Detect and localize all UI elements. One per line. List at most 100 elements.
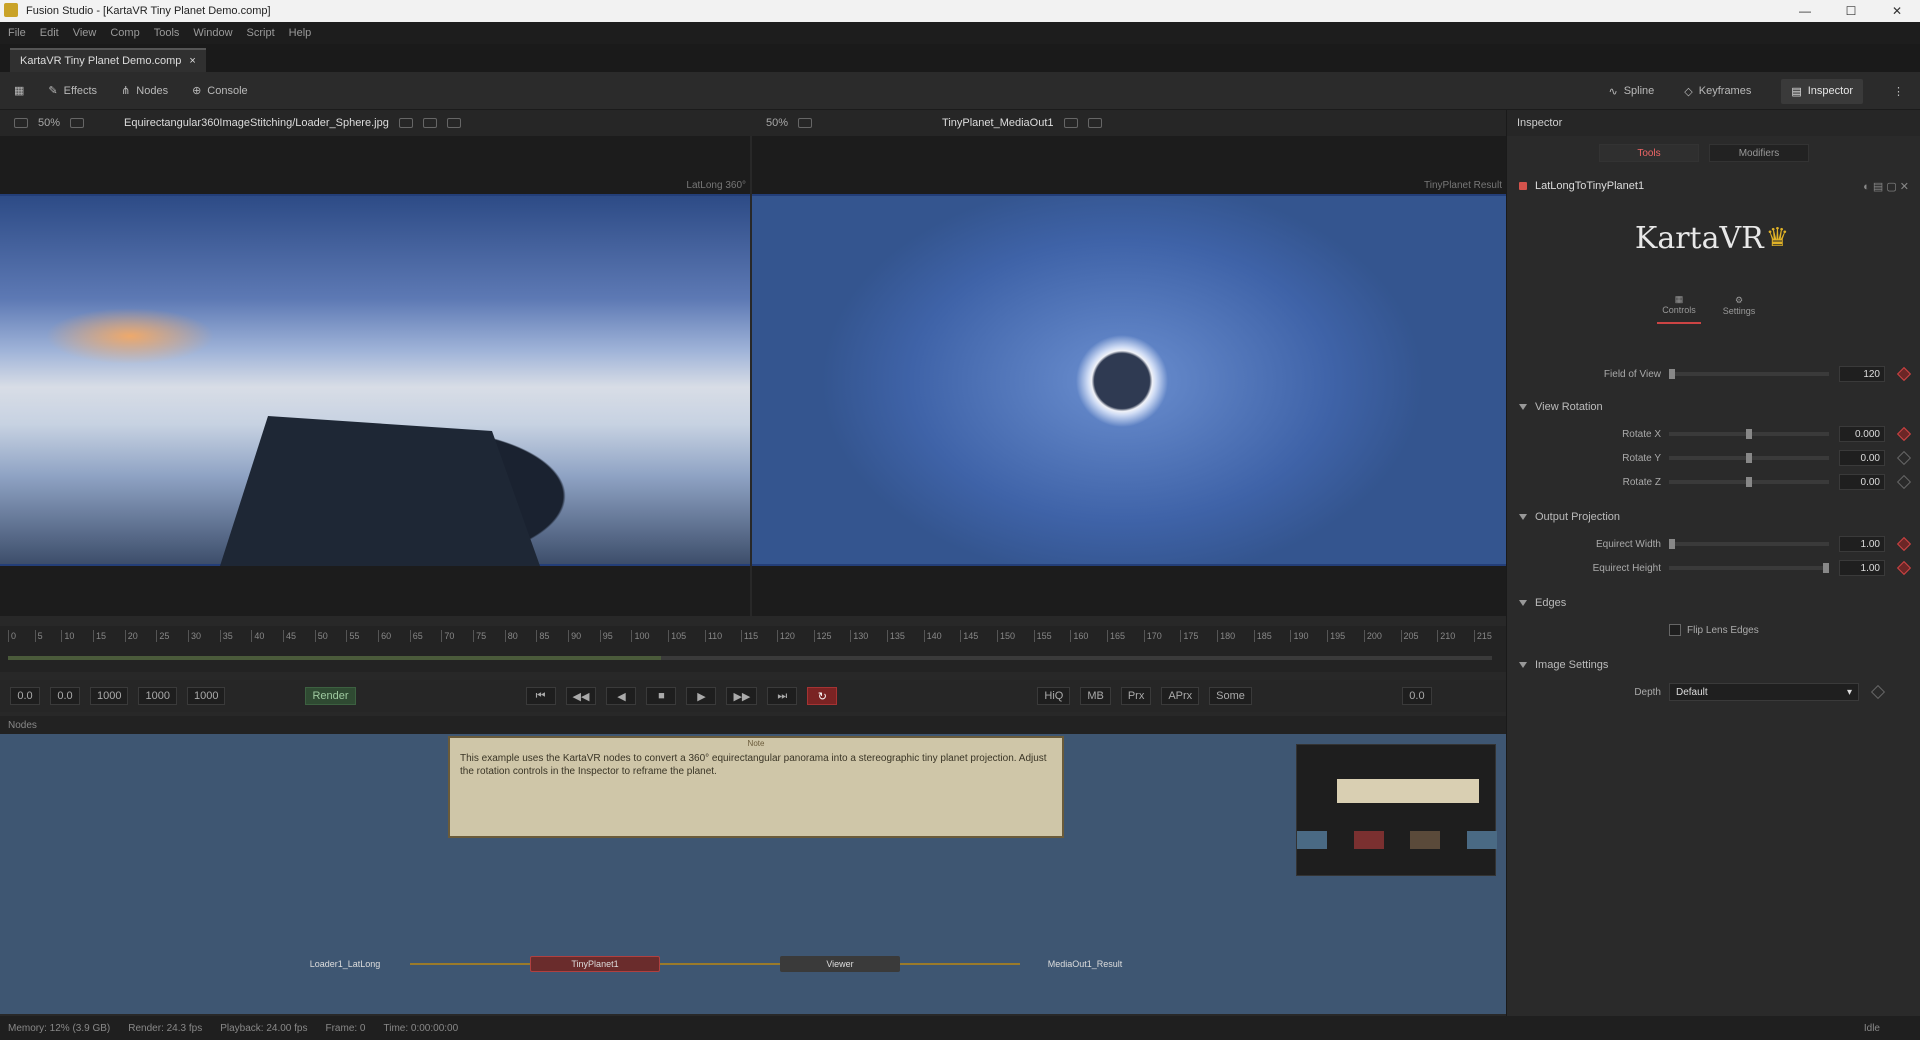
viewer-roi-icon-right[interactable]	[1063, 118, 1078, 128]
panel-options-icon[interactable]: ⋮	[1893, 85, 1904, 98]
tab-modifiers[interactable]: Modifiers	[1709, 144, 1809, 162]
equirect-height-keyframe-icon[interactable]	[1896, 560, 1912, 576]
stop-button[interactable]: ■	[646, 687, 677, 705]
selective-update-toggle[interactable]: Some	[1209, 687, 1252, 705]
section-output[interactable]: Output Projection	[1519, 508, 1909, 526]
menu-file[interactable]: File	[8, 27, 26, 39]
render-out-field[interactable]: 1000	[138, 687, 177, 705]
comp-document-tab[interactable]: KartaVR Tiny Planet Demo.comp ×	[10, 48, 206, 72]
left-viewer[interactable]: LatLong 360°	[0, 136, 750, 616]
go-end-button[interactable]: ⏭	[767, 687, 798, 705]
console-button[interactable]: ⊕ Console	[192, 84, 248, 98]
aprx-toggle[interactable]: APrx	[1161, 687, 1200, 705]
flip-edges-checkbox[interactable]	[1669, 624, 1681, 636]
render-button[interactable]: Render	[305, 687, 356, 705]
rotate-x-slider[interactable]	[1669, 429, 1829, 439]
rotate-y-handle[interactable]	[1745, 453, 1752, 463]
node-editor[interactable]: Note This example uses the KartaVR nodes…	[0, 734, 1506, 1014]
rotate-x-handle[interactable]	[1745, 429, 1752, 439]
tool-header-icons[interactable]: ◐ ▤ ▢ ✕	[1863, 180, 1909, 193]
equirect-height-value[interactable]: 1.00	[1839, 560, 1885, 576]
step-back-button[interactable]: ◀◀	[565, 687, 597, 705]
prx-toggle[interactable]: Prx	[1120, 687, 1152, 705]
node-viewer[interactable]: Viewer	[780, 956, 900, 972]
menu-tools[interactable]: Tools	[154, 27, 180, 39]
equirect-width-handle[interactable]	[1669, 539, 1675, 549]
global-end-field[interactable]: 1000	[186, 687, 226, 705]
timeline-ruler[interactable]: 0 5 10 15 20 25 30 35 40 45 50 55 60 65 70 75 80 85 90 95 10…	[0, 626, 1506, 672]
viewer-channel-icon[interactable]	[446, 118, 461, 128]
rotate-z-value[interactable]: 0.00	[1839, 474, 1885, 490]
maximize-button[interactable]: ☐	[1828, 0, 1874, 22]
fov-keyframe-icon[interactable]	[1896, 366, 1912, 382]
equirect-width-value[interactable]: 1.00	[1839, 536, 1885, 552]
inspector-button[interactable]: ▤ Inspector	[1781, 78, 1863, 104]
viewer-dod-icon[interactable]	[422, 118, 437, 128]
section-image[interactable]: Image Settings	[1519, 656, 1909, 674]
equirect-width-keyframe-icon[interactable]	[1896, 536, 1912, 552]
node-tinyplanet[interactable]: TinyPlanet1	[530, 956, 660, 972]
right-viewer[interactable]: TinyPlanet Result	[752, 136, 1506, 616]
section-edges[interactable]: Edges	[1519, 594, 1909, 612]
menu-help[interactable]: Help	[289, 27, 312, 39]
minimize-button[interactable]: —	[1782, 0, 1828, 22]
fov-slider-handle[interactable]	[1669, 369, 1675, 379]
depth-select[interactable]: Default ▾	[1669, 683, 1859, 701]
fov-slider[interactable]	[1669, 369, 1829, 379]
go-start-button[interactable]: ⏮	[525, 687, 556, 705]
menu-edit[interactable]: Edit	[40, 27, 59, 39]
fov-value[interactable]: 120	[1839, 366, 1885, 382]
spline-button[interactable]: ∿ Spline	[1609, 85, 1655, 98]
viewer-fit-icon[interactable]	[70, 118, 85, 128]
subtab-controls[interactable]: ▦ Controls	[1657, 286, 1701, 324]
rotate-y-slider[interactable]	[1669, 453, 1829, 463]
tool-header[interactable]: LatLongToTinyPlanet1 ◐ ▤ ▢ ✕	[1519, 176, 1909, 196]
sticky-note[interactable]: Note This example uses the KartaVR nodes…	[448, 736, 1064, 838]
mb-toggle[interactable]: MB	[1080, 687, 1111, 705]
viewer-channel-icon-right[interactable]	[1087, 118, 1102, 128]
fov-label: Field of View	[1603, 368, 1661, 380]
menu-view[interactable]: View	[73, 27, 97, 39]
close-window-button[interactable]: ✕	[1874, 0, 1920, 22]
keyframes-icon: ◇	[1684, 85, 1693, 98]
current-frame-field[interactable]: 1000	[90, 687, 129, 705]
menu-script[interactable]: Script	[247, 27, 275, 39]
effects-button[interactable]: ✎ Effects	[48, 84, 97, 98]
node-loader[interactable]: Loader1_LatLong	[280, 956, 410, 972]
rotate-y-value[interactable]: 0.00	[1839, 450, 1885, 466]
loop-button[interactable]: ↻	[807, 687, 838, 705]
close-tab-icon[interactable]: ×	[189, 55, 195, 67]
play-reverse-button[interactable]: ◀	[606, 687, 637, 705]
rotate-z-handle[interactable]	[1745, 477, 1752, 487]
subtab-settings[interactable]: ⚙ Settings	[1717, 286, 1761, 324]
keyframes-button[interactable]: ◇ Keyframes	[1684, 85, 1751, 98]
hiq-toggle[interactable]: HiQ	[1037, 687, 1071, 705]
global-start-field[interactable]: 0.0	[10, 687, 40, 705]
equirect-width-slider[interactable]	[1669, 539, 1829, 549]
viewer-fit-icon-right[interactable]	[798, 118, 813, 128]
left-viewer-zoom[interactable]: 50%	[38, 117, 60, 129]
node-navigator[interactable]	[1296, 744, 1497, 876]
rotate-y-keyframe-icon[interactable]	[1896, 450, 1912, 466]
road-shape	[220, 416, 540, 566]
play-button[interactable]: ▶	[686, 687, 717, 705]
viewer-roi-icon[interactable]	[398, 118, 413, 128]
step-forward-button[interactable]: ▶▶	[726, 687, 758, 705]
equirect-height-slider[interactable]	[1669, 563, 1829, 573]
rotate-x-value[interactable]: 0.000	[1839, 426, 1885, 442]
nodes-button[interactable]: ⋔ Nodes	[121, 84, 168, 98]
rotate-z-slider[interactable]	[1669, 477, 1829, 487]
rotate-z-keyframe-icon[interactable]	[1896, 474, 1912, 490]
equirect-height-handle[interactable]	[1822, 563, 1829, 573]
viewer-lut-icon[interactable]	[14, 118, 28, 128]
tab-tools[interactable]: Tools	[1599, 144, 1699, 162]
section-rotation[interactable]: View Rotation	[1519, 398, 1909, 416]
right-viewer-zoom[interactable]: 50%	[766, 117, 788, 129]
rotate-x-keyframe-icon[interactable]	[1896, 426, 1912, 442]
media-pool-button[interactable]: ▦	[14, 84, 24, 97]
menu-window[interactable]: Window	[193, 27, 232, 39]
node-mediaout[interactable]: MediaOut1_Result	[1020, 956, 1150, 972]
menu-comp[interactable]: Comp	[110, 27, 139, 39]
render-in-field[interactable]: 0.0	[50, 687, 80, 705]
depth-keyframe-icon[interactable]	[1870, 684, 1886, 700]
